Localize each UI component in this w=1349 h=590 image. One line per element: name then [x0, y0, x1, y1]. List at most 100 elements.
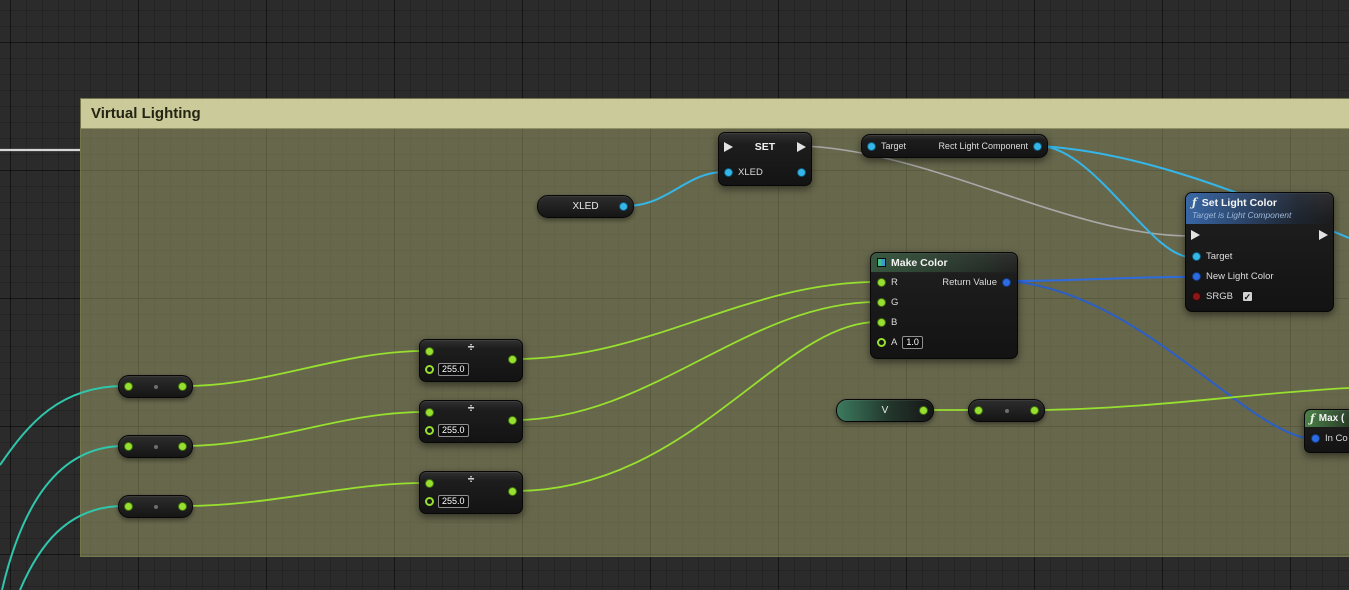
divide-symbol: ÷ [420, 401, 522, 415]
node-dot [154, 505, 158, 509]
exec-in-pin[interactable] [1191, 230, 1200, 240]
make-color-row-a: A 1.0 [871, 332, 1017, 352]
rect-light-component-node[interactable]: Target Rect Light Component [861, 134, 1048, 158]
comment-header[interactable]: Virtual Lighting [81, 99, 1349, 129]
g-input-label: G [891, 297, 898, 308]
make-struct-icon [877, 258, 886, 267]
divide-input-b-pin[interactable] [425, 497, 434, 506]
a-value-field[interactable]: 1.0 [902, 336, 923, 349]
rect-light-output-label: Rect Light Component [938, 141, 1028, 151]
set-light-color-header: ƒ Set Light Color Target is Light Compon… [1186, 193, 1333, 224]
node-dot [154, 445, 158, 449]
divide-output-pin[interactable] [508, 416, 517, 425]
comment-title: Virtual Lighting [91, 105, 201, 122]
target-input-pin[interactable] [867, 142, 876, 151]
node-dot [1005, 409, 1009, 413]
b-input-pin[interactable] [877, 318, 886, 327]
srgb-checkbox[interactable]: ✓ [1242, 291, 1253, 302]
input-pin[interactable] [124, 502, 133, 511]
xled-output-pin[interactable] [797, 168, 806, 177]
rect-light-output-pin[interactable] [1033, 142, 1042, 151]
divide-node-1[interactable]: ÷ 255.0 [419, 339, 523, 382]
new-light-color-pin[interactable] [1192, 272, 1201, 281]
a-input-label: A [891, 337, 897, 348]
divide-symbol: ÷ [420, 340, 522, 354]
exec-out-pin[interactable] [1319, 230, 1328, 240]
srgb-label: SRGB [1206, 291, 1233, 302]
exec-in-pin[interactable] [724, 142, 733, 152]
return-value-pin[interactable] [1002, 278, 1011, 287]
new-light-color-row: New Light Color [1186, 266, 1333, 286]
passthrough-node-3[interactable] [118, 495, 193, 518]
set-node-header: SET [719, 133, 811, 160]
set-xled-node[interactable]: SET XLED [718, 132, 812, 186]
r-input-label: R [891, 277, 898, 288]
new-light-color-label: New Light Color [1206, 271, 1274, 282]
r-input-pin[interactable] [877, 278, 886, 287]
target-row: Target [1186, 246, 1333, 266]
exec-out-pin[interactable] [797, 142, 806, 152]
xled-get-node[interactable]: XLED [537, 195, 634, 218]
passthrough-node-4[interactable] [968, 399, 1045, 422]
max-input-row: In Co [1305, 427, 1349, 450]
g-input-pin[interactable] [877, 298, 886, 307]
srgb-row: SRGB ✓ [1186, 286, 1333, 306]
v-output-pin[interactable] [919, 406, 928, 415]
set-light-color-title: Set Light Color [1202, 197, 1277, 209]
passthrough-node-2[interactable] [118, 435, 193, 458]
make-color-node[interactable]: Make Color R Return Value G B A 1.0 [870, 252, 1018, 359]
output-pin[interactable] [1030, 406, 1039, 415]
target-pin[interactable] [1192, 252, 1201, 261]
a-input-pin[interactable] [877, 338, 886, 347]
max-input-pin[interactable] [1311, 434, 1320, 443]
function-icon: ƒ [1192, 196, 1197, 209]
function-icon: ƒ [1310, 412, 1315, 425]
divide-b-value-field[interactable]: 255.0 [438, 495, 469, 508]
target-label: Target [1206, 251, 1232, 262]
xled-input-label: XLED [738, 167, 763, 178]
divide-b-value-field[interactable]: 255.0 [438, 424, 469, 437]
target-input-label: Target [881, 141, 906, 151]
divide-input-a-pin[interactable] [425, 408, 434, 417]
divide-output-pin[interactable] [508, 487, 517, 496]
max-input-label: In Co [1325, 433, 1348, 444]
output-pin[interactable] [178, 442, 187, 451]
max-node[interactable]: ƒ Max ( In Co [1304, 409, 1349, 453]
make-color-row-g: G [871, 292, 1017, 312]
set-light-color-exec-row [1186, 224, 1333, 246]
divide-node-2[interactable]: ÷ 255.0 [419, 400, 523, 443]
set-light-color-node[interactable]: ƒ Set Light Color Target is Light Compon… [1185, 192, 1334, 312]
set-node-pin-row: XLED [719, 160, 811, 185]
input-pin[interactable] [974, 406, 983, 415]
max-node-header: ƒ Max ( [1305, 410, 1349, 427]
make-color-header: Make Color [871, 253, 1017, 272]
passthrough-node-1[interactable] [118, 375, 193, 398]
v-get-node[interactable]: V [836, 399, 934, 422]
divide-input-b-pin[interactable] [425, 365, 434, 374]
set-light-color-subtitle: Target is Light Component [1192, 210, 1327, 220]
input-pin[interactable] [124, 382, 133, 391]
divide-input-a-pin[interactable] [425, 347, 434, 356]
divide-symbol: ÷ [420, 472, 522, 486]
comment-box[interactable]: Virtual Lighting [80, 98, 1349, 557]
set-node-title: SET [733, 141, 797, 153]
max-node-title: Max ( [1319, 413, 1345, 424]
divide-input-b-pin[interactable] [425, 426, 434, 435]
divide-input-a-pin[interactable] [425, 479, 434, 488]
output-pin[interactable] [178, 382, 187, 391]
divide-node-3[interactable]: ÷ 255.0 [419, 471, 523, 514]
blueprint-graph-canvas[interactable]: Virtual Lighting SET XLED [0, 0, 1349, 590]
make-color-row-r: R Return Value [871, 272, 1017, 292]
make-color-row-b: B [871, 312, 1017, 332]
xled-input-pin[interactable] [724, 168, 733, 177]
b-input-label: B [891, 317, 897, 328]
node-dot [154, 385, 158, 389]
divide-output-pin[interactable] [508, 355, 517, 364]
srgb-pin[interactable] [1192, 292, 1201, 301]
xled-get-output-pin[interactable] [619, 202, 628, 211]
return-value-label: Return Value [942, 277, 997, 288]
divide-b-value-field[interactable]: 255.0 [438, 363, 469, 376]
output-pin[interactable] [178, 502, 187, 511]
input-pin[interactable] [124, 442, 133, 451]
make-color-title: Make Color [891, 257, 948, 269]
